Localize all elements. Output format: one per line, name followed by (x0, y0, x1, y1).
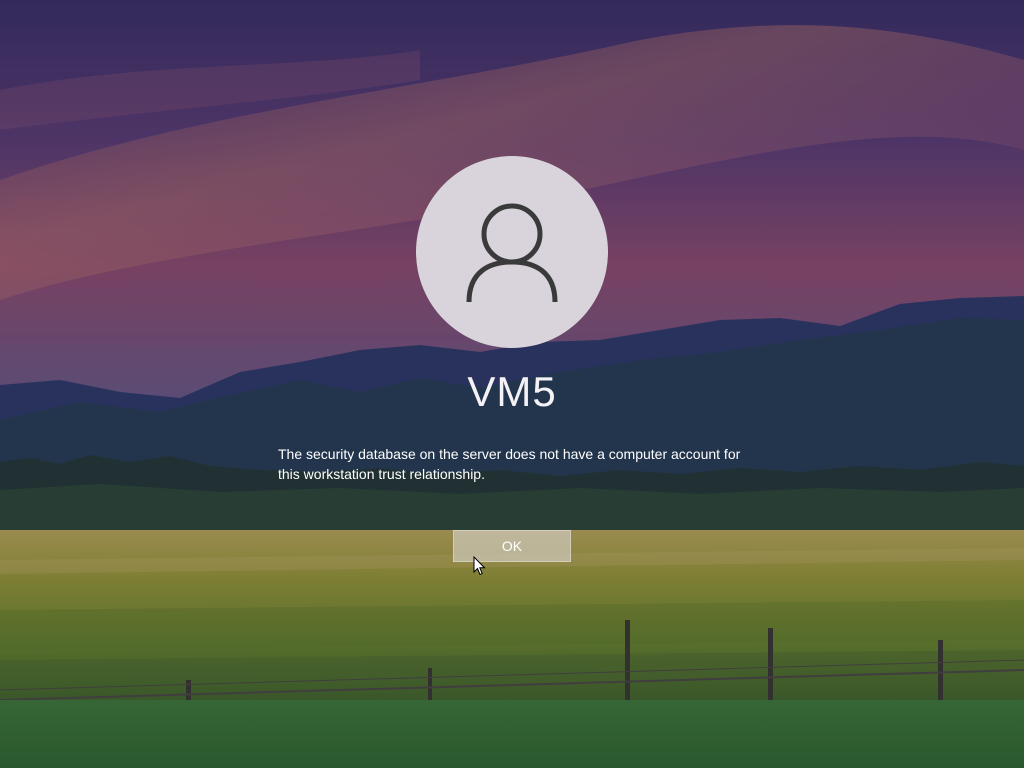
account-name: VM5 (467, 368, 557, 415)
user-avatar (416, 156, 608, 348)
mouse-pointer-icon (473, 556, 486, 576)
ok-button[interactable]: OK (453, 530, 571, 562)
error-message: The security database on the server does… (278, 446, 741, 482)
user-icon (466, 203, 558, 303)
